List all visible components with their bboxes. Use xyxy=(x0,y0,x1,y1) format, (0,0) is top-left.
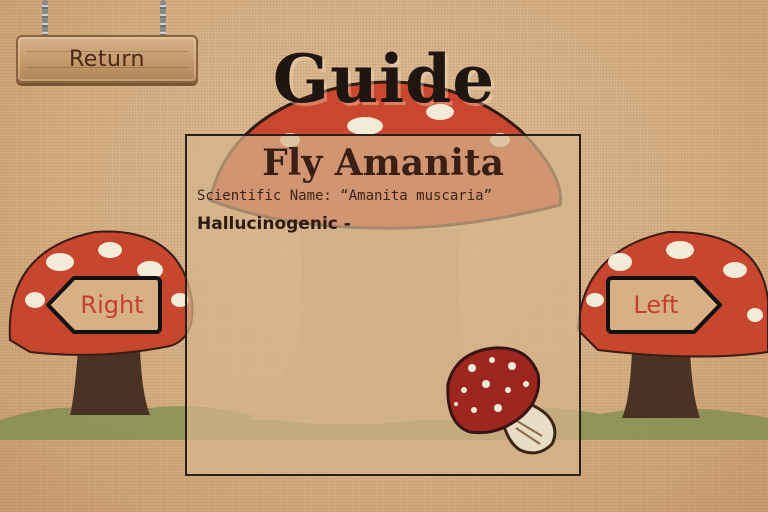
right-arrow-button[interactable]: Right xyxy=(44,275,162,335)
chain-left xyxy=(42,0,48,38)
page-title: Guide xyxy=(272,40,496,118)
left-label: Left xyxy=(633,291,679,319)
fly-amanita-icon xyxy=(446,346,557,455)
effect-label: Hallucinogenic - xyxy=(197,214,351,234)
scientific-name: Scientific Name: “Amanita muscaria” xyxy=(197,188,493,204)
mushroom-name: Fly Amanita xyxy=(262,142,504,184)
right-label: Right xyxy=(80,291,144,319)
left-arrow-button[interactable]: Left xyxy=(606,275,724,335)
chain-right xyxy=(160,0,166,38)
